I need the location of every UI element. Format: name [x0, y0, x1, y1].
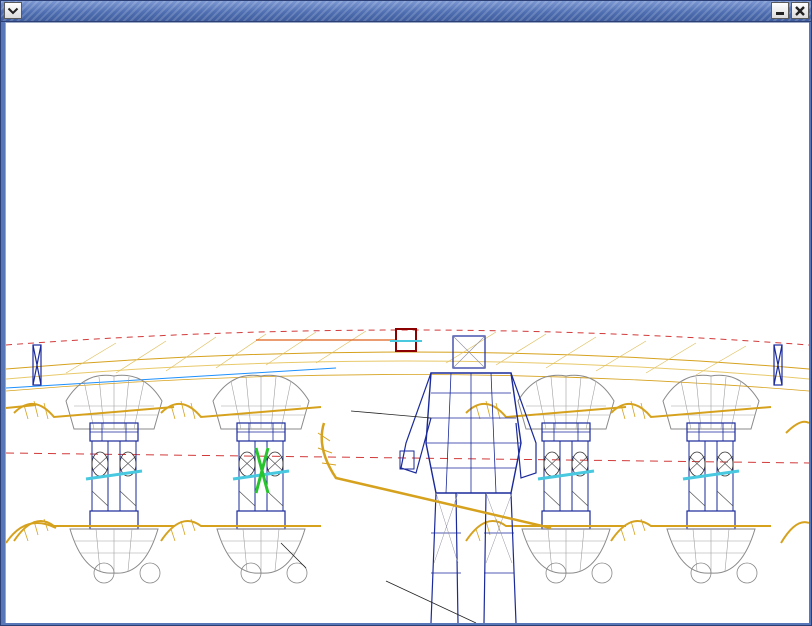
- minimize-button[interactable]: [771, 2, 789, 19]
- foreground-player-wireframe: [399, 335, 537, 623]
- application-window: [0, 0, 812, 626]
- player-wireframe-2: [159, 373, 323, 585]
- 3d-viewport-canvas[interactable]: [5, 22, 809, 623]
- close-icon: [795, 5, 805, 16]
- chevron-down-icon: [7, 7, 19, 14]
- player-wireframe-1: [12, 373, 176, 585]
- minimize-icon: [776, 11, 784, 15]
- close-button[interactable]: [791, 2, 809, 19]
- foreground-stick: [317, 422, 552, 530]
- window-menu-button[interactable]: [4, 2, 22, 19]
- player-wireframe-4: [609, 373, 773, 585]
- goal-net: [390, 328, 422, 352]
- wireframe-scene: [6, 328, 809, 623]
- title-bar[interactable]: [1, 1, 811, 22]
